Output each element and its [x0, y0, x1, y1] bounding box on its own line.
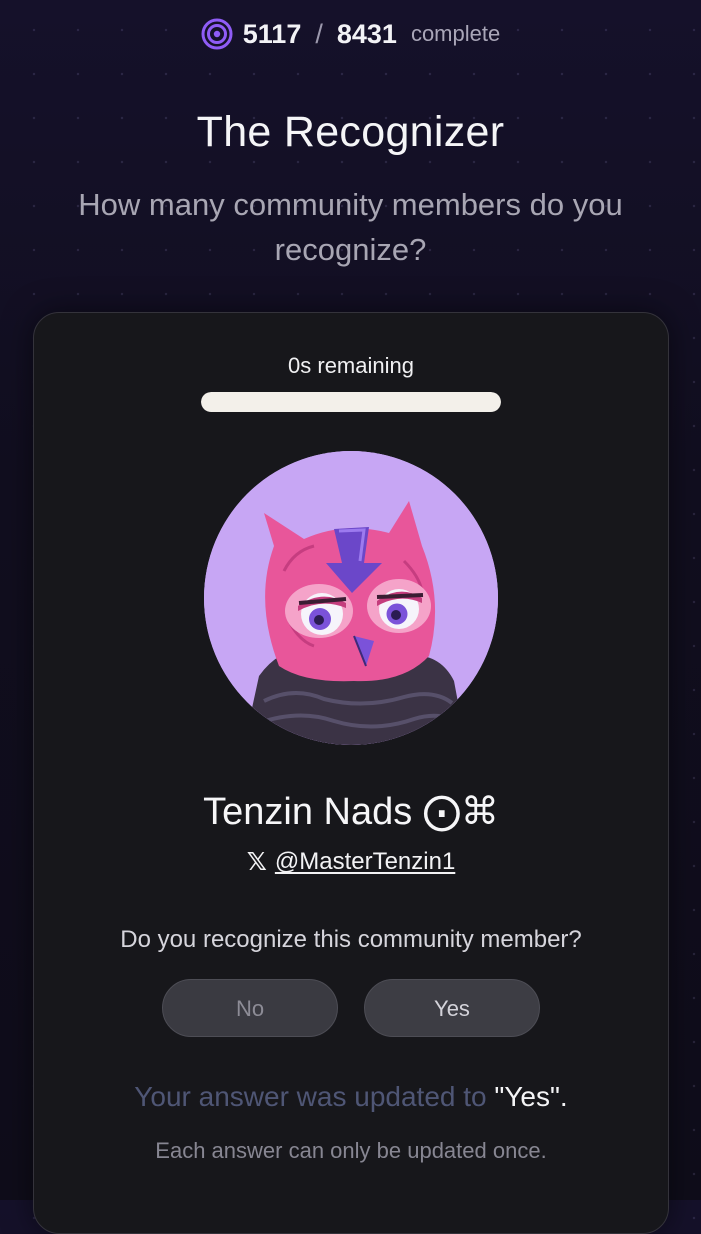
yes-button[interactable]: Yes: [364, 979, 540, 1037]
update-limit-note: Each answer can only be updated once.: [155, 1138, 547, 1163]
answer-updated-value: "Yes".: [494, 1081, 568, 1112]
owl-avatar: [204, 451, 498, 745]
member-handle-link[interactable]: @MasterTenzin1: [275, 848, 455, 876]
no-button[interactable]: No: [162, 979, 338, 1037]
answer-updated-message: Your answer was updated to "Yes".: [34, 1081, 668, 1113]
timer-label: 0s remaining: [288, 353, 414, 378]
recognize-question: Do you recognize this community member?: [120, 926, 582, 953]
x-logo-icon: 𝕏: [246, 848, 267, 876]
member-name: Tenzin Nads ⨀⌘: [203, 791, 499, 833]
answer-updated-prefix: Your answer was updated to: [134, 1081, 495, 1112]
page-subtitle: How many community members do you recogn…: [78, 187, 623, 267]
progress-separator: /: [315, 18, 323, 49]
progress-label: complete: [410, 21, 501, 46]
progress-done: 5117: [242, 18, 302, 49]
timer-progress-fill: [201, 392, 501, 412]
progress-total: 8431: [336, 18, 397, 49]
progress-counter: 5117 / 8431 complete: [0, 18, 701, 50]
recognition-card: 0s remaining Tenzin Nads ⨀⌘ 𝕏 @MasterTen…: [33, 312, 669, 1234]
timer-progress-bar: [201, 392, 501, 412]
page-title: The Recognizer: [196, 108, 505, 156]
member-handle-row: 𝕏 @MasterTenzin1: [34, 847, 668, 877]
target-icon: [201, 18, 233, 50]
